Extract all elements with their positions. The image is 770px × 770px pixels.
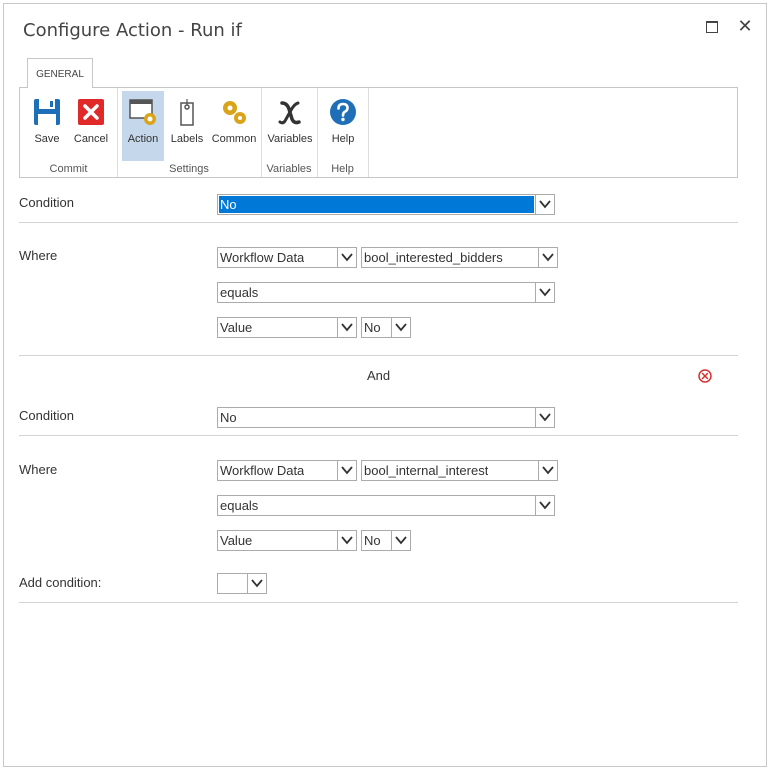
operator-select-value: equals — [220, 285, 259, 300]
maximize-icon[interactable] — [702, 16, 722, 36]
gears-icon — [223, 101, 246, 124]
divider — [19, 222, 738, 223]
chevron-down-icon[interactable] — [337, 461, 356, 480]
ribbon-group-settings: Action Labels Common Settings — [117, 88, 262, 177]
source-select[interactable]: Workflow Data — [217, 247, 357, 268]
cancel-label: Cancel — [73, 133, 109, 145]
chevron-down-icon[interactable] — [535, 408, 554, 427]
chevron-down-icon[interactable] — [337, 531, 356, 550]
ribbon-group-commit: Save Cancel Commit — [20, 88, 118, 177]
value-type-select-value: Value — [220, 320, 253, 335]
save-button[interactable]: Save — [27, 91, 67, 161]
chevron-down-icon[interactable] — [391, 531, 410, 550]
tag-icon — [180, 99, 194, 126]
remove-condition-icon[interactable] — [698, 369, 712, 383]
close-icon[interactable]: ✕ — [735, 16, 755, 36]
ribbon-group-variables: Variables Variables — [261, 88, 318, 177]
condition-select-value: No — [220, 410, 237, 425]
condition-label: Condition — [19, 195, 74, 210]
tab-general[interactable]: GENERAL — [27, 58, 93, 88]
condition-select[interactable]: No — [217, 407, 555, 428]
common-label: Common — [211, 133, 257, 145]
dialog-title: Configure Action - Run if — [23, 20, 242, 41]
settings-group-label: Settings — [169, 163, 209, 175]
operator-select[interactable]: equals — [217, 495, 555, 516]
value-type-select-value: Value — [220, 533, 253, 548]
chevron-down-icon[interactable] — [535, 283, 554, 302]
help-label: Help — [331, 133, 355, 145]
and-connector-label: And — [367, 368, 391, 383]
labels-button[interactable]: Labels — [165, 91, 209, 161]
variable-select[interactable]: bool_internal_interest — [361, 460, 558, 481]
value-type-select[interactable]: Value — [217, 317, 357, 338]
help-icon — [330, 99, 356, 125]
variable-select-value: bool_interested_bidders — [364, 250, 503, 265]
divider — [19, 435, 738, 436]
action-label: Action — [127, 133, 159, 145]
value-select[interactable]: No — [361, 317, 411, 338]
help-button[interactable]: Help — [321, 91, 365, 161]
save-label: Save — [34, 133, 60, 145]
condition-select[interactable]: No — [217, 194, 555, 215]
variable-x-icon — [278, 101, 301, 125]
divider — [19, 602, 738, 603]
chevron-down-icon[interactable] — [391, 318, 410, 337]
source-select-value: Workflow Data — [220, 463, 305, 478]
chevron-down-icon[interactable] — [247, 574, 266, 593]
chevron-down-icon[interactable] — [337, 318, 356, 337]
labels-label: Labels — [170, 133, 204, 145]
chevron-down-icon[interactable] — [538, 461, 557, 480]
cancel-icon — [78, 99, 104, 125]
add-condition-label: Add condition: — [19, 575, 102, 590]
variable-select-value: bool_internal_interest — [364, 463, 489, 478]
variables-group-label: Variables — [266, 163, 312, 175]
variables-label: Variables — [267, 133, 313, 145]
chevron-down-icon[interactable] — [535, 195, 554, 214]
value-type-select[interactable]: Value — [217, 530, 357, 551]
source-select[interactable]: Workflow Data — [217, 460, 357, 481]
action-settings-icon — [129, 99, 156, 125]
common-button[interactable]: Common — [210, 91, 258, 161]
variable-select[interactable]: bool_interested_bidders — [361, 247, 558, 268]
chevron-down-icon[interactable] — [538, 248, 557, 267]
save-icon — [34, 99, 60, 125]
condition-select-value: No — [219, 196, 534, 213]
condition-label: Condition — [19, 408, 74, 423]
ribbon: Save Cancel Commit Action Labels Common … — [19, 87, 738, 178]
operator-select-value: equals — [220, 498, 259, 513]
add-condition-select[interactable] — [217, 573, 267, 594]
where-label: Where — [19, 248, 58, 263]
ribbon-group-help: Help Help — [317, 88, 369, 177]
cancel-button[interactable]: Cancel — [69, 91, 113, 161]
value-select[interactable]: No — [361, 530, 411, 551]
where-label: Where — [19, 462, 58, 477]
value-select-value: No — [364, 320, 381, 335]
chevron-down-icon[interactable] — [337, 248, 356, 267]
commit-group-label: Commit — [49, 163, 88, 175]
help-group-label: Help — [331, 163, 354, 175]
variables-button[interactable]: Variables — [265, 91, 315, 161]
action-button[interactable]: Action — [122, 91, 164, 161]
value-select-value: No — [364, 533, 381, 548]
divider — [19, 355, 738, 356]
operator-select[interactable]: equals — [217, 282, 555, 303]
source-select-value: Workflow Data — [220, 250, 305, 265]
chevron-down-icon[interactable] — [535, 496, 554, 515]
